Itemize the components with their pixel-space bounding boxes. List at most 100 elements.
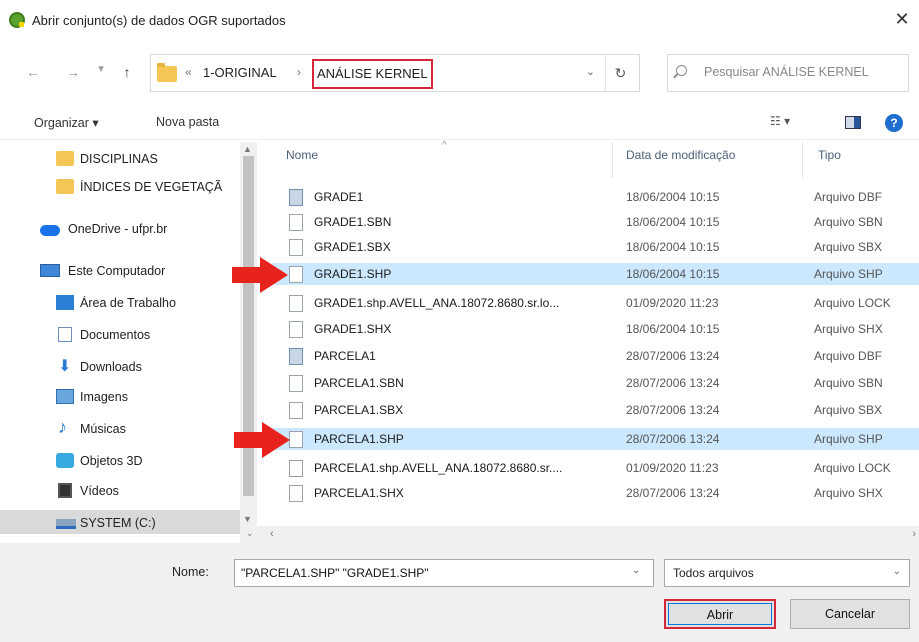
file-name: GRADE1 [314,190,364,204]
table-row-selected[interactable]: PARCELA1.SHP 28/07/2006 13:24 Arquivo SH… [272,428,919,450]
breadcrumb-1-original[interactable]: 1-ORIGINAL [203,65,277,80]
sidebar-item-documentos[interactable]: Documentos [0,322,240,348]
search-box[interactable]: Pesquisar ANÁLISE KERNEL [667,54,909,92]
recent-locations-chevron-icon[interactable]: ▾ [92,62,110,75]
breadcrumb-separator-icon[interactable]: › [297,65,301,79]
sidebar-item-objetos-3d[interactable]: Objetos 3D [0,448,240,474]
file-icon [289,375,303,392]
table-row[interactable]: PARCELA1.shp.AVELL_ANA.18072.8680.sr....… [272,457,919,479]
new-folder-button[interactable]: Nova pasta [156,115,219,129]
preview-pane-icon[interactable] [845,116,861,129]
objects3d-icon [56,453,74,468]
file-icon [289,402,303,419]
videos-icon [58,483,72,498]
scroll-left-icon[interactable]: ‹ [270,528,274,540]
sidebar-item-label: Imagens [80,390,128,404]
file-type: Arquivo SHX [814,486,883,500]
file-type: Arquivo SHX [814,322,883,336]
file-name: PARCELA1.SBN [314,376,404,390]
desktop-icon [56,295,74,310]
overflow-chevron-icon[interactable]: « [185,65,192,79]
help-icon[interactable]: ? [885,114,903,132]
file-name: PARCELA1.SHP [314,432,404,446]
address-dropdown-icon[interactable]: ⌄ [586,65,595,78]
sidebar-item-system-c[interactable]: SYSTEM (C:) [0,510,240,534]
annotation-arrow-icon [234,422,290,458]
command-bar: Organizar ▾ Nova pasta ☷ ▾ ? [0,104,919,140]
column-divider[interactable] [802,142,803,178]
sidebar-item-label: OneDrive - ufpr.br [68,222,168,236]
folder-icon [56,151,74,166]
file-date: 18/06/2004 10:15 [626,190,720,204]
scroll-down-icon[interactable]: ▼ [243,514,252,524]
sidebar-item-onedrive[interactable]: OneDrive - ufpr.br [0,216,240,242]
title-bar: Abrir conjunto(s) de dados OGR suportado… [0,0,919,42]
horizontal-scrollbar[interactable]: ‹ › [262,526,919,543]
table-row[interactable]: GRADE1.SBX 18/06/2004 10:15 Arquivo SBX [272,236,919,258]
table-row[interactable]: PARCELA1.SHX 28/07/2006 13:24 Arquivo SH… [272,482,919,504]
sidebar-item-area-de-trabalho[interactable]: Área de Trabalho [0,290,240,316]
cancel-button[interactable]: Cancelar [790,599,910,629]
open-button[interactable]: Abrir [664,599,776,629]
close-icon[interactable]: ✕ [891,8,913,30]
up-arrow-icon[interactable]: ↑ [118,64,136,80]
breadcrumb-analise-kernel[interactable]: ANÁLISE KERNEL [312,59,433,89]
column-header-name[interactable]: Nome [286,148,318,162]
sidebar-item-downloads[interactable]: Downloads [0,354,240,380]
sidebar-item-label: ÍNDICES DE VEGETAÇÃ [80,180,223,194]
organize-menu[interactable]: Organizar ▾ [34,115,99,130]
column-header-date[interactable]: Data de modificação [626,148,735,162]
file-name-field[interactable]: "PARCELA1.SHP" "GRADE1.SHP" [234,559,654,587]
table-row-selected[interactable]: GRADE1.SHP 18/06/2004 10:15 Arquivo SHP [272,263,919,285]
sort-ascending-icon: ^ [442,140,447,151]
refresh-icon[interactable]: ↻ [605,55,635,91]
search-input[interactable]: Pesquisar ANÁLISE KERNEL [704,65,869,79]
sidebar-item-indices-de-vegetacao[interactable]: ÍNDICES DE VEGETAÇÃ [0,174,240,200]
file-type-filter-value: Todos arquivos [673,566,754,580]
file-name: PARCELA1.SHX [314,486,404,500]
sidebar-item-imagens[interactable]: Imagens [0,384,240,410]
sidebar-item-disciplinas[interactable]: DISCIPLINAS [0,146,240,172]
scroll-right-icon[interactable]: › [912,528,916,540]
column-divider[interactable] [612,142,613,178]
sidebar-item-label: Área de Trabalho [80,296,176,310]
back-arrow-icon[interactable]: ← [24,64,42,80]
sidebar-item-este-computador[interactable]: Este Computador [0,258,240,284]
sidebar-item-videos[interactable]: Vídeos [0,478,240,504]
file-type: Arquivo SHP [814,267,883,281]
file-type: Arquivo DBF [814,349,883,363]
qgis-logo-icon [9,12,25,28]
view-options-icon[interactable]: ☷ ▾ [770,114,790,128]
file-icon [289,266,303,283]
file-date: 01/09/2020 11:23 [626,461,719,475]
computer-icon [40,264,60,277]
scroll-down-chevron-icon[interactable]: ⌄ [246,528,254,539]
table-row[interactable]: PARCELA1.SBX 28/07/2006 13:24 Arquivo SB… [272,399,919,421]
navigation-pane: DISCIPLINAS ÍNDICES DE VEGETAÇÃ OneDrive… [0,142,262,534]
table-row[interactable]: PARCELA1.SBN 28/07/2006 13:24 Arquivo SB… [272,372,919,394]
music-icon [58,417,72,438]
table-row[interactable]: GRADE1.SHX 18/06/2004 10:15 Arquivo SHX [272,318,919,340]
address-bar[interactable]: « 1-ORIGINAL › ANÁLISE KERNEL ⌄ ↻ [150,54,640,92]
table-row[interactable]: GRADE1.shp.AVELL_ANA.18072.8680.sr.lo...… [272,292,919,314]
navigation-bar: ← → ▾ ↑ « 1-ORIGINAL › ANÁLISE KERNEL ⌄ … [0,42,919,104]
sidebar-scrollbar[interactable]: ▲ ▼ [240,142,257,526]
file-type-filter[interactable]: Todos arquivos ⌄ [664,559,910,587]
cloud-icon [40,225,60,236]
file-type: Arquivo SBX [814,403,883,417]
scroll-up-icon[interactable]: ▲ [243,144,252,154]
table-row[interactable]: GRADE1.SBN 18/06/2004 10:15 Arquivo SBN [272,211,919,233]
file-date: 28/07/2006 13:24 [626,432,720,446]
sidebar-item-label: DISCIPLINAS [80,152,158,166]
file-type: Arquivo SBN [814,376,883,390]
forward-arrow-icon[interactable]: → [64,64,82,80]
chevron-down-icon[interactable]: ⌄ [893,566,901,577]
chevron-down-icon[interactable]: ⌄ [632,565,640,576]
table-row[interactable]: PARCELA1 28/07/2006 13:24 Arquivo DBF [272,345,919,367]
file-icon [289,239,303,256]
column-header-type[interactable]: Tipo [818,148,841,162]
table-row[interactable]: GRADE1 18/06/2004 10:15 Arquivo DBF [272,186,919,208]
file-date: 28/07/2006 13:24 [626,403,720,417]
sidebar-item-musicas[interactable]: Músicas [0,416,240,442]
dbf-file-icon [289,348,303,365]
